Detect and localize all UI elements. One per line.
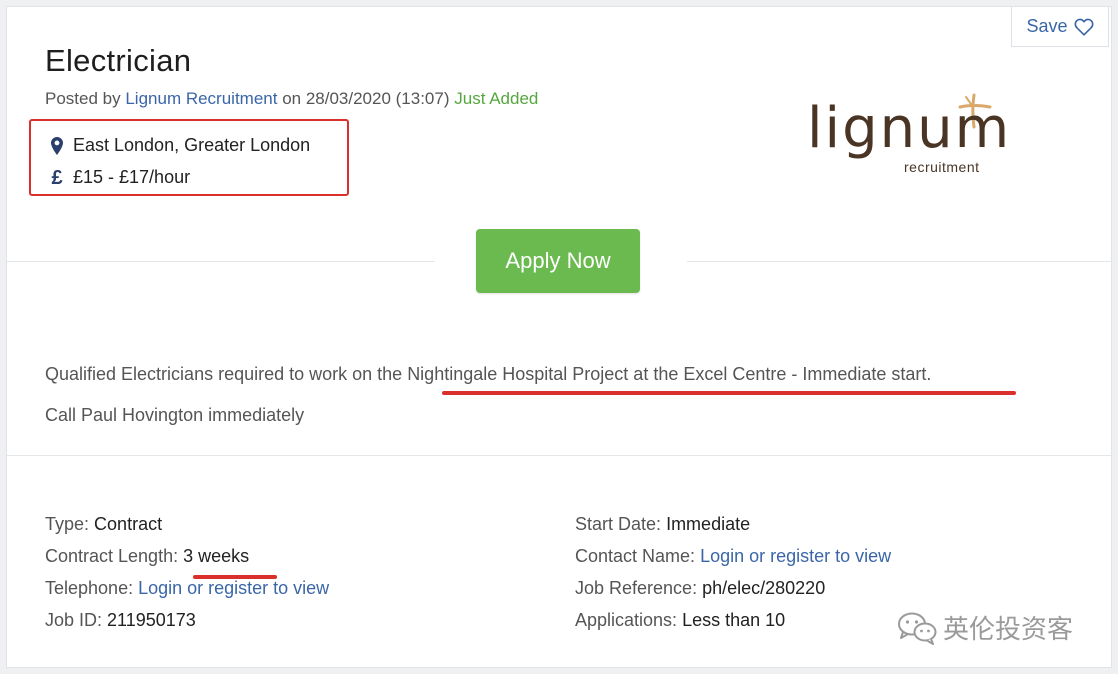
- detail-label: Contact Name:: [575, 546, 696, 566]
- location-text: East London, Greater London: [73, 135, 311, 155]
- posted-date: on 28/03/2020 (13:07): [282, 89, 450, 108]
- divider-right: [687, 261, 1111, 262]
- detail-applications: Applications: Less than 10: [575, 610, 891, 642]
- description-prefix: Qualified Electricians required to work …: [45, 364, 408, 384]
- detail-start-date: Start Date: Immediate: [575, 514, 891, 546]
- detail-label: Start Date:: [575, 514, 662, 534]
- watermark-text: 英伦投资客: [943, 614, 1074, 644]
- pound-icon: £: [51, 166, 63, 189]
- detail-label: Type:: [45, 514, 90, 534]
- detail-type: Type: Contract: [45, 514, 329, 546]
- company-link[interactable]: Lignum Recruitment: [125, 89, 277, 108]
- detail-label: Applications:: [575, 610, 678, 630]
- detail-value: Contract: [94, 514, 163, 534]
- salary-row: £ £15 - £17/hour: [49, 167, 190, 188]
- job-card: Save Electrician Posted by Lignum Recrui…: [6, 6, 1112, 668]
- detail-value: ph/elec/280220: [702, 578, 826, 598]
- telephone-login-link[interactable]: Login or register to view: [138, 578, 329, 598]
- heart-icon: [1074, 18, 1094, 36]
- detail-value: Less than 10: [682, 610, 786, 630]
- logo-subtitle: recruitment: [904, 159, 980, 175]
- detail-value: 3 weeks: [183, 546, 250, 566]
- logo-word: lignum: [807, 96, 1012, 161]
- detail-value: 211950173: [107, 610, 196, 630]
- company-logo: lignum recruitment: [802, 87, 1032, 182]
- posted-line: Posted by Lignum Recruitment on 28/03/20…: [45, 89, 538, 109]
- save-label: Save: [1026, 16, 1068, 36]
- detail-label: Telephone:: [45, 578, 134, 598]
- job-title: Electrician: [45, 43, 192, 78]
- status-badge: Just Added: [454, 89, 539, 108]
- location-salary-highlight: East London, Greater London £ £15 - £17/…: [29, 119, 349, 196]
- section-divider: [7, 455, 1111, 456]
- detail-contract-length: Contract Length: 3 weeks: [45, 546, 329, 578]
- contract-length-underline: [193, 575, 277, 579]
- watermark: 英伦投资客: [897, 609, 1073, 646]
- description-contact-line: Call Paul Hovington immediately: [45, 405, 305, 425]
- posted-by-prefix: Posted by: [45, 89, 121, 108]
- wechat-icon: [898, 612, 937, 645]
- detail-label: Job Reference:: [575, 578, 698, 598]
- details-right: Start Date: Immediate Contact Name: Logi…: [575, 514, 891, 642]
- location-row: East London, Greater London: [49, 135, 310, 156]
- divider-left: [7, 261, 435, 262]
- detail-label: Job ID:: [45, 610, 103, 630]
- detail-label: Contract Length:: [45, 546, 179, 566]
- job-description-line: Qualified Electricians required to work …: [45, 364, 931, 385]
- contact-login-link[interactable]: Login or register to view: [700, 546, 891, 566]
- salary-text: £15 - £17/hour: [73, 167, 191, 187]
- detail-contact-name: Contact Name: Login or register to view: [575, 546, 891, 578]
- save-button[interactable]: Save: [1011, 7, 1109, 47]
- detail-job-id: Job ID: 211950173: [45, 610, 329, 642]
- apply-now-button[interactable]: Apply Now: [476, 229, 640, 293]
- description-highlight: Nightingale Hospital Project at the Exce…: [407, 364, 932, 384]
- detail-job-reference: Job Reference: ph/elec/280220: [575, 578, 891, 610]
- map-marker-icon: [49, 136, 65, 155]
- detail-value: Immediate: [666, 514, 751, 534]
- description-underline: [442, 391, 1016, 395]
- details-left: Type: Contract Contract Length: 3 weeks …: [45, 514, 329, 642]
- detail-telephone: Telephone: Login or register to view: [45, 578, 329, 610]
